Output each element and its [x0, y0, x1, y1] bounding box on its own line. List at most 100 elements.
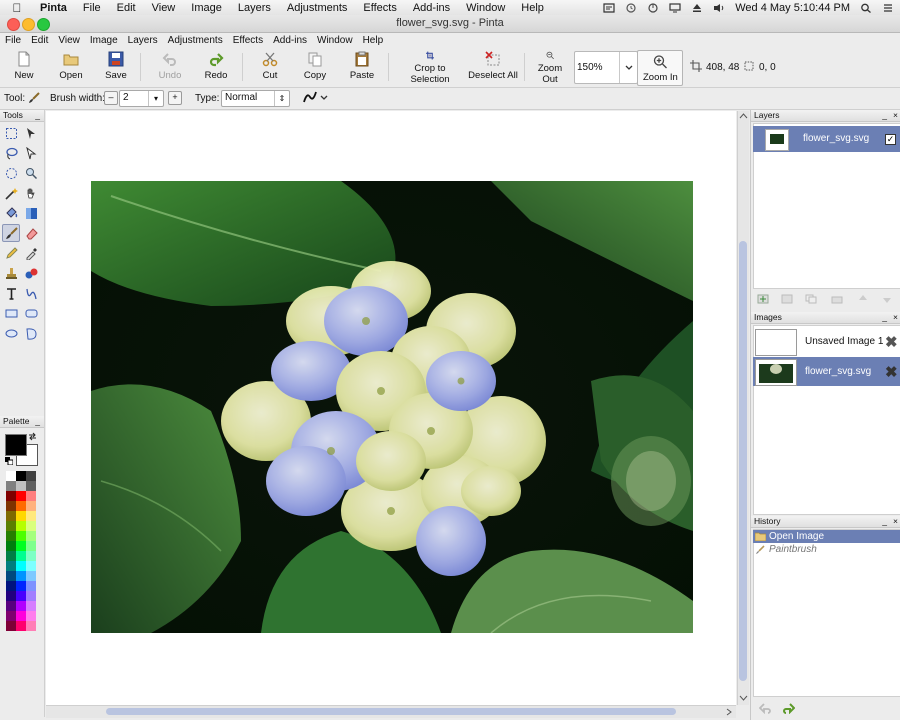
palette-swatch[interactable] — [6, 551, 16, 561]
palette-swatch[interactable] — [26, 491, 36, 501]
palette-swatch[interactable] — [16, 531, 26, 541]
paste-button[interactable]: Paste — [345, 49, 379, 85]
close-image-button[interactable]: ✖ — [885, 363, 898, 381]
merge-layer-icon[interactable] — [831, 294, 843, 304]
mac-menu-layers[interactable]: Layers — [230, 2, 279, 14]
zoom-tool[interactable] — [23, 165, 39, 181]
color-picker-tool[interactable] — [23, 245, 39, 261]
palette-swatch[interactable] — [6, 621, 16, 631]
mac-menu-edit[interactable]: Edit — [109, 2, 144, 14]
scroll-right-arrow-icon[interactable] — [726, 708, 732, 716]
apple-menu-icon[interactable]:  — [10, 1, 24, 15]
image-canvas[interactable] — [91, 181, 693, 633]
palette-swatch[interactable] — [16, 621, 26, 631]
pan-tool[interactable] — [23, 185, 39, 201]
volume-icon[interactable] — [713, 3, 725, 13]
palette-swatch[interactable] — [26, 511, 36, 521]
palette-swatch[interactable] — [26, 561, 36, 571]
layer-visibility-checkbox[interactable]: ✓ — [885, 134, 896, 145]
display-icon[interactable] — [669, 2, 681, 13]
move-selection-tool[interactable] — [23, 145, 39, 161]
redo-button[interactable]: Redo — [200, 49, 232, 85]
palette-swatch[interactable] — [6, 511, 16, 521]
move-selected-tool[interactable] — [23, 125, 39, 141]
open-button[interactable]: Open — [54, 49, 88, 85]
vertical-scroll-thumb[interactable] — [739, 241, 747, 681]
palette-swatch[interactable] — [16, 561, 26, 571]
palette-swatch[interactable] — [16, 541, 26, 551]
palette-swatch[interactable] — [26, 541, 36, 551]
palette-swatch[interactable] — [6, 581, 16, 591]
history-item-open-image[interactable]: Open Image — [753, 530, 900, 543]
brush-width-increase-button[interactable]: + — [168, 91, 182, 105]
palette-swatch[interactable] — [26, 551, 36, 561]
zoom-out-button[interactable]: Zoom Out — [529, 49, 571, 85]
palette-swatch[interactable] — [6, 481, 16, 491]
palette-swatch[interactable] — [16, 471, 26, 481]
brush-width-decrease-button[interactable]: – — [104, 91, 118, 105]
palette-swatch[interactable] — [16, 491, 26, 501]
updown-arrow-icon[interactable]: ⇕ — [274, 91, 289, 106]
palette-swatch[interactable] — [6, 601, 16, 611]
palette-swatch[interactable] — [26, 591, 36, 601]
freeform-shape-tool[interactable] — [23, 325, 39, 341]
text-tool[interactable] — [3, 285, 19, 301]
palette-swatch[interactable] — [26, 471, 36, 481]
palette-swatch[interactable] — [16, 501, 26, 511]
zoom-dropdown-button[interactable] — [619, 52, 637, 83]
mac-menu-help[interactable]: Help — [513, 2, 552, 14]
palette-panel-minimize[interactable]: _ — [35, 416, 40, 427]
ellipse-tool[interactable] — [3, 325, 19, 341]
history-redo-icon[interactable] — [781, 702, 795, 714]
menu-window[interactable]: Window — [312, 35, 358, 46]
images-panel-minimize[interactable]: _ — [882, 312, 887, 323]
brush-width-combo[interactable]: 2 ▾ — [119, 90, 164, 107]
line-curve-tool[interactable] — [23, 285, 39, 301]
menu-help[interactable]: Help — [358, 35, 389, 46]
palette-swatch[interactable] — [26, 621, 36, 631]
palette-swatch[interactable] — [6, 541, 16, 551]
palette-swatch[interactable] — [6, 591, 16, 601]
history-item-paintbrush[interactable]: Paintbrush — [753, 543, 900, 556]
palette-swatch[interactable] — [6, 521, 16, 531]
hydrangea-flower-image[interactable] — [91, 181, 693, 633]
antialiasing-curve-icon[interactable] — [303, 91, 317, 104]
zoom-in-button[interactable]: Zoom In — [637, 50, 683, 86]
move-layer-down-icon[interactable] — [881, 294, 893, 304]
layers-panel-minimize[interactable]: _ — [882, 110, 887, 121]
mac-menu-image[interactable]: Image — [183, 2, 230, 14]
palette-swatch[interactable] — [26, 611, 36, 621]
lasso-select-tool[interactable] — [3, 145, 19, 161]
palette-swatch[interactable] — [6, 561, 16, 571]
deselect-all-button[interactable]: Deselect All — [468, 49, 518, 85]
spotlight-search-icon[interactable] — [860, 3, 872, 13]
canvas-horizontal-scrollbar[interactable] — [46, 705, 736, 718]
scroll-down-arrow-icon[interactable] — [739, 695, 748, 701]
layers-panel-close[interactable]: × — [893, 110, 898, 121]
menu-effects[interactable]: Effects — [228, 35, 268, 46]
horizontal-scroll-thumb[interactable] — [106, 708, 676, 715]
menu-view[interactable]: View — [53, 35, 85, 46]
palette-swatch[interactable] — [16, 571, 26, 581]
palette-swatch[interactable] — [6, 471, 16, 481]
images-panel-close[interactable]: × — [893, 312, 898, 323]
clone-stamp-tool[interactable] — [3, 265, 19, 281]
palette-swatch[interactable] — [16, 601, 26, 611]
save-button[interactable]: Save — [100, 49, 132, 85]
menu-file[interactable]: File — [0, 35, 26, 46]
mac-menu-file[interactable]: File — [75, 2, 109, 14]
palette-swatch[interactable] — [26, 481, 36, 491]
palette-swatch[interactable] — [16, 581, 26, 591]
pencil-tool[interactable] — [3, 245, 19, 261]
antialiasing-type-value[interactable]: Normal — [225, 92, 257, 103]
image-row-unsaved[interactable]: Unsaved Image 1 ✖ — [753, 327, 900, 356]
palette-swatch[interactable] — [16, 511, 26, 521]
copy-button[interactable]: Copy — [299, 49, 331, 85]
chevron-down-icon[interactable] — [320, 95, 328, 101]
recolor-tool[interactable] — [23, 265, 39, 281]
palette-swatch[interactable] — [6, 531, 16, 541]
canvas-area[interactable] — [46, 111, 736, 705]
eject-icon[interactable] — [691, 3, 703, 13]
gradient-tool[interactable] — [23, 205, 39, 221]
scroll-up-arrow-icon[interactable] — [739, 113, 748, 119]
